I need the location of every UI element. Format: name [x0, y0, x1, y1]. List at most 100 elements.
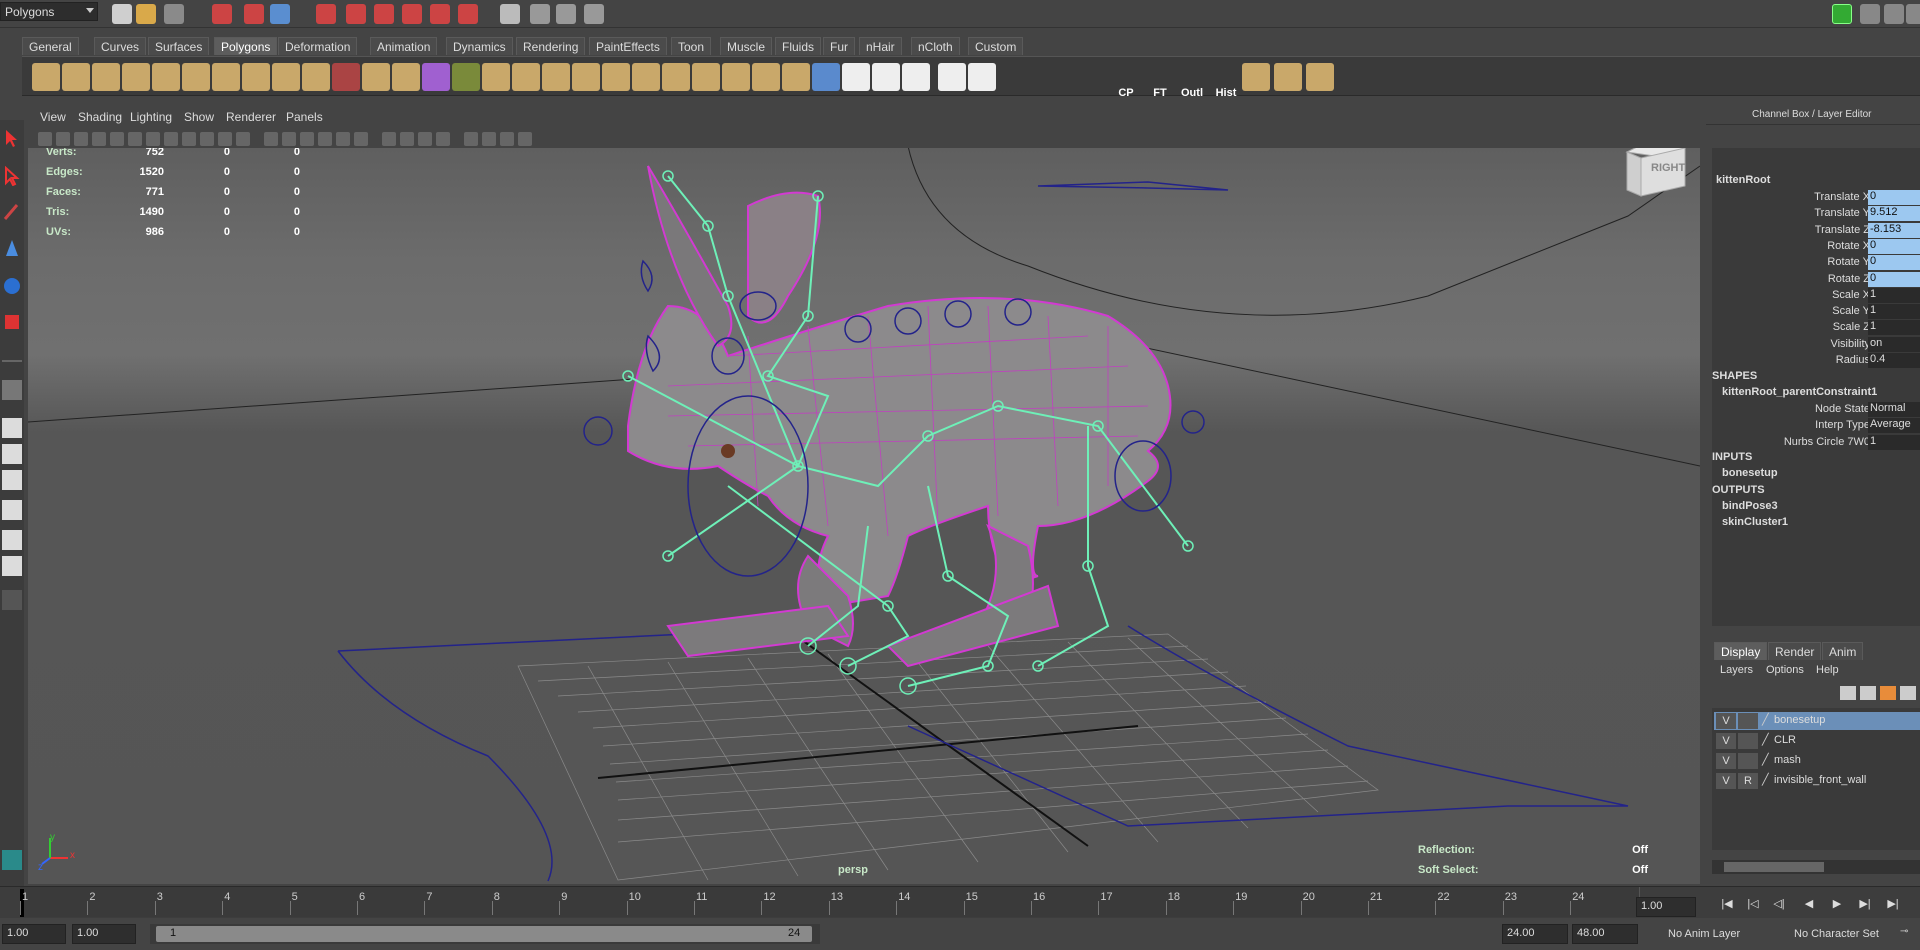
layer-display-type-toggle[interactable] — [1738, 753, 1758, 769]
layer-display-type-toggle[interactable]: R — [1738, 773, 1758, 789]
viewport-menu-lighting[interactable]: Lighting — [130, 110, 172, 124]
bevel-icon[interactable] — [452, 63, 480, 91]
save-scene-icon[interactable] — [164, 4, 184, 24]
lasso-tool-icon[interactable] — [2, 166, 22, 186]
layer-menu-options[interactable]: Options — [1766, 664, 1804, 676]
mode-menu[interactable]: Polygons — [0, 2, 98, 21]
grease-pencil-icon[interactable] — [110, 132, 124, 146]
shape-attr-value[interactable]: 1 — [1868, 434, 1920, 450]
poly-pipe-icon[interactable] — [242, 63, 270, 91]
attr-row[interactable]: Rotate Z0 — [1706, 271, 1920, 288]
persp-outliner-layout-icon[interactable] — [2, 444, 22, 464]
layer-row[interactable]: V ╱ mash — [1714, 752, 1920, 770]
poly-pyramid-icon[interactable] — [212, 63, 240, 91]
shape-attr-row[interactable]: Node State Normal — [1706, 402, 1920, 418]
current-time-field[interactable]: 1.00 — [1636, 897, 1696, 917]
tab-general[interactable]: General — [22, 37, 79, 55]
auto-mapping-icon[interactable] — [938, 63, 966, 91]
cp-icon[interactable]: CP — [1112, 63, 1140, 99]
ft-icon[interactable]: FT — [1146, 63, 1174, 99]
multisample-icon[interactable] — [418, 132, 432, 146]
expand-toolbox-icon[interactable] — [2, 590, 22, 610]
viewport-menu-show[interactable]: Show — [184, 110, 214, 124]
render-view-icon[interactable] — [500, 4, 520, 24]
object-name[interactable]: kittenRoot — [1716, 174, 1770, 186]
poly-sphere-icon[interactable] — [32, 63, 60, 91]
layer-scrollbar-thumb[interactable] — [1724, 862, 1824, 872]
render-settings-icon[interactable] — [584, 4, 604, 24]
empty-layer-icon[interactable] — [1900, 686, 1916, 700]
attr-value-field[interactable]: 1 — [1868, 304, 1920, 320]
safe-action-icon[interactable] — [218, 132, 232, 146]
wedge-icon[interactable] — [722, 63, 750, 91]
bookmark-icon[interactable] — [56, 132, 70, 146]
shelf-tool-b-icon[interactable] — [1274, 63, 1302, 91]
layer-menu-layers[interactable]: Layers — [1720, 664, 1753, 676]
tab-curves[interactable]: Curves — [94, 37, 147, 55]
viewport-menu-panels[interactable]: Panels — [286, 110, 323, 124]
layer-visibility-toggle[interactable]: V — [1716, 713, 1736, 729]
layer-row[interactable]: V ╱ bonesetup — [1714, 712, 1920, 730]
planar-mapping-icon[interactable] — [842, 63, 870, 91]
screen-space-ao-icon[interactable] — [382, 132, 396, 146]
tab-ncloth[interactable]: nCloth — [911, 37, 960, 55]
field-chart-icon[interactable] — [200, 132, 214, 146]
bridge-icon[interactable] — [512, 63, 540, 91]
tab-custom[interactable]: Custom — [968, 37, 1024, 55]
layer-color-swatch[interactable]: ╱ — [1762, 733, 1772, 749]
image-plane-icon[interactable] — [74, 132, 88, 146]
shadows-icon[interactable] — [354, 132, 368, 146]
wireframe-icon[interactable] — [264, 132, 278, 146]
poly-soccer-ball-icon[interactable] — [302, 63, 330, 91]
go-to-start-icon[interactable]: |◀ — [1718, 897, 1736, 911]
show-hide-channel-box-icon[interactable] — [1832, 4, 1852, 24]
new-scene-icon[interactable] — [112, 4, 132, 24]
playback-start-field[interactable]: 1.00 — [72, 924, 136, 944]
layer-color-swatch[interactable]: ╱ — [1762, 773, 1772, 789]
snap-view-plane-icon[interactable] — [402, 4, 422, 24]
viewport-persp[interactable]: RIGHT Verts: 752 0 0 Edges: 1520 0 0 Faces: 771 0 0… — [28, 106, 1700, 884]
merge-icon[interactable] — [662, 63, 690, 91]
resolution-gate-icon[interactable] — [164, 132, 178, 146]
smooth-shade-icon[interactable] — [282, 132, 296, 146]
viewport-menu-renderer[interactable]: Renderer — [226, 110, 276, 124]
poly-plane-icon[interactable] — [152, 63, 180, 91]
select-object-icon[interactable] — [244, 4, 264, 24]
layer-name[interactable]: invisible_front_wall — [1774, 774, 1866, 786]
animation-end-field[interactable]: 48.00 — [1572, 924, 1638, 944]
grid-icon[interactable] — [128, 132, 142, 146]
layer-color-swatch[interactable]: ╱ — [1762, 713, 1772, 729]
range-slider-handle[interactable] — [156, 926, 812, 942]
rotate-tool-icon[interactable] — [2, 276, 22, 296]
extract-icon[interactable] — [392, 63, 420, 91]
tab-surfaces[interactable]: Surfaces — [148, 37, 210, 55]
output-node[interactable]: bindPose3 — [1722, 500, 1778, 512]
attr-row[interactable]: Scale X1 — [1706, 287, 1920, 304]
textured-icon[interactable] — [318, 132, 332, 146]
poly-torus-icon[interactable] — [182, 63, 210, 91]
scale-tool-icon[interactable] — [2, 312, 22, 332]
shape-attr-value[interactable]: Average — [1868, 418, 1920, 434]
anim-layer-menu[interactable]: No Anim Layer — [1668, 928, 1740, 940]
new-layer-from-selected-icon[interactable] — [1860, 686, 1876, 700]
xray-joints-icon[interactable] — [500, 132, 514, 146]
poke-icon[interactable] — [752, 63, 780, 91]
layer-visibility-toggle[interactable]: V — [1716, 733, 1736, 749]
depth-of-field-icon[interactable] — [436, 132, 450, 146]
layer-tab-anim[interactable]: Anim — [1822, 642, 1864, 660]
layer-tab-display[interactable]: Display — [1714, 642, 1768, 660]
layer-visibility-toggle[interactable]: V — [1716, 753, 1736, 769]
separate-icon[interactable] — [362, 63, 390, 91]
attr-row[interactable]: Scale Y1 — [1706, 304, 1920, 320]
tab-polygons[interactable]: Polygons — [214, 37, 278, 55]
select-hierarchy-icon[interactable] — [212, 4, 232, 24]
viewport-menu-shading[interactable]: Shading — [78, 110, 122, 124]
attr-value-field[interactable]: 1 — [1868, 320, 1920, 336]
split-polygon-icon[interactable] — [572, 63, 600, 91]
select-tool-icon[interactable] — [2, 128, 22, 148]
use-all-lights-icon[interactable] — [336, 132, 350, 146]
single-perspective-layout-icon[interactable] — [2, 380, 22, 400]
move-tool-icon[interactable] — [2, 238, 22, 258]
snap-grid-icon[interactable] — [316, 4, 336, 24]
tab-fur[interactable]: Fur — [823, 37, 855, 55]
